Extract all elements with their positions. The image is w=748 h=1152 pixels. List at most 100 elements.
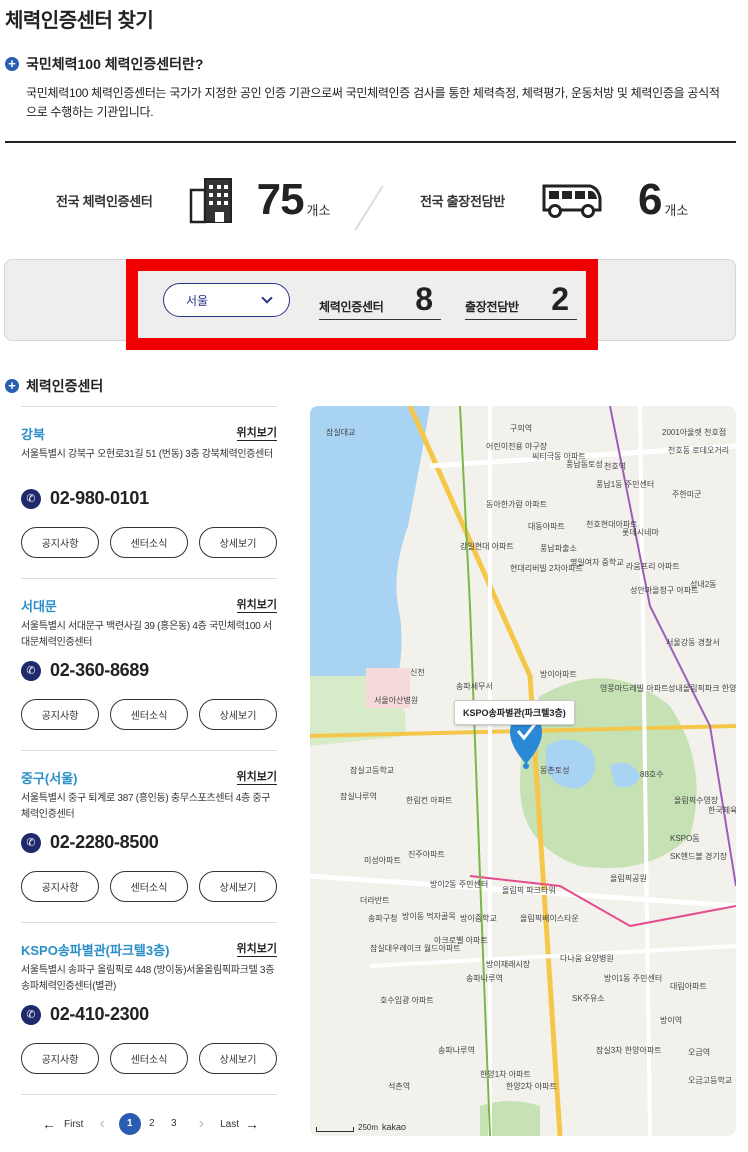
- center-name[interactable]: 서대문: [21, 596, 57, 615]
- center-count-label: 체력인증센터: [319, 300, 384, 314]
- map-label: 다나움 요양병원: [560, 954, 614, 963]
- map-label: 명일여자 중학교: [570, 558, 624, 567]
- phone-icon: ✆: [21, 488, 41, 509]
- detail-button[interactable]: 상세보기: [199, 871, 277, 902]
- arrow-right-icon[interactable]: →: [245, 1116, 259, 1132]
- map-label: 88호수: [640, 770, 664, 779]
- map-label: 동아한가람 아파트: [486, 500, 548, 509]
- pagination: ← First ‹ 1 2 3 › Last →: [38, 1113, 263, 1135]
- arrow-left-icon[interactable]: ←: [42, 1116, 56, 1132]
- map-scale: 250m kakao: [316, 1122, 406, 1132]
- pagination-last[interactable]: Last: [220, 1119, 239, 1130]
- detail-button[interactable]: 상세보기: [199, 1043, 277, 1074]
- location-link[interactable]: 위치보기: [236, 599, 277, 613]
- location-link[interactable]: 위치보기: [236, 427, 277, 441]
- phone-number: 02-2280-8500: [50, 832, 159, 852]
- map-label: 오금역: [688, 1048, 711, 1057]
- location-link[interactable]: 위치보기: [236, 771, 277, 785]
- map-label: 방이아파트: [540, 670, 577, 679]
- map-label: 송파세무서: [456, 682, 493, 691]
- intro-description: 국민체력100 체력인증센터는 국가가 지정한 공인 인증 기관으로써 국민체력…: [26, 86, 720, 119]
- map-label: 오금고등학교: [688, 1076, 733, 1085]
- region-select[interactable]: 서울: [163, 283, 290, 317]
- news-button[interactable]: 센터소식: [110, 527, 188, 558]
- news-button[interactable]: 센터소식: [110, 871, 188, 902]
- map-label: 서울아산병원: [374, 696, 419, 705]
- map-label: 미성아파트: [364, 856, 401, 865]
- scale-bar: [316, 1127, 354, 1132]
- notice-button[interactable]: 공지사항: [21, 699, 99, 730]
- page-1[interactable]: 1: [118, 1113, 141, 1135]
- plus-circle-icon: +: [5, 57, 19, 71]
- map-label: 어린이전용 야구장: [486, 442, 548, 451]
- news-button[interactable]: 센터소식: [110, 699, 188, 730]
- map-label: 한림컨 아파트: [406, 796, 453, 805]
- map-label: SK주유소: [572, 994, 605, 1003]
- map-label: 송파구청: [368, 914, 398, 923]
- map-label: 진주아파트: [408, 850, 445, 859]
- stat-centers-count: 75: [256, 175, 305, 224]
- page-3[interactable]: 3: [163, 1113, 185, 1135]
- notice-button[interactable]: 공지사항: [21, 527, 99, 558]
- map-label: 방이2동 주민센터: [430, 880, 489, 889]
- map[interactable]: KSPO송파별관(파크텔3층) 구의역 어린이전용 야구장 씨티극동 아파트 풍납동토…: [310, 406, 736, 1136]
- map-label: 방이중학교: [460, 914, 497, 923]
- center-section-header: + 체력인증센터: [5, 376, 103, 396]
- map-label: 천호역: [604, 462, 627, 471]
- location-link[interactable]: 위치보기: [236, 943, 277, 957]
- detail-button[interactable]: 상세보기: [199, 699, 277, 730]
- chevron-down-icon: [261, 292, 273, 304]
- map-label: 풍납1동 주민센터: [596, 480, 655, 489]
- stat-mobile-count: 6: [637, 175, 663, 224]
- center-count-box: 체력인증센터 8: [319, 280, 441, 320]
- list-item: KSPO송파별관(파크텔3층) 위치보기 서울특별시 송파구 올림픽로 448 …: [21, 923, 277, 1095]
- center-name[interactable]: 강북: [21, 424, 45, 443]
- center-section-title: 체력인증센터: [26, 378, 104, 394]
- map-label: 올림픽수영장: [674, 796, 719, 805]
- map-label: 성내올림픽파크 한양수자인아파트: [668, 684, 736, 693]
- map-label: 잠실대교: [326, 428, 356, 437]
- phone-icon: ✆: [21, 660, 41, 681]
- phone-number: 02-980-0101: [50, 488, 149, 508]
- phone-number: 02-360-8689: [50, 660, 149, 680]
- map-label: 주한미군: [672, 490, 702, 499]
- map-provider: kakao: [382, 1122, 407, 1132]
- map-label: 방이1동 주민센터: [604, 974, 663, 983]
- map-label: 천호동 로데오거리: [668, 446, 730, 455]
- stat-separator: [354, 185, 384, 231]
- map-callout[interactable]: KSPO송파별관(파크텔3층): [454, 700, 575, 725]
- chevron-left-icon[interactable]: ‹: [99, 1115, 104, 1133]
- phone-icon: ✆: [21, 832, 41, 853]
- region-select-value: 서울: [186, 293, 209, 308]
- map-label: 송파나루역: [438, 1046, 475, 1055]
- stat-centers-label: 전국 체력인증센터: [56, 193, 153, 209]
- center-name[interactable]: KSPO송파별관(파크텔3층): [21, 940, 169, 959]
- notice-button[interactable]: 공지사항: [21, 1043, 99, 1074]
- stat-mobile-unit: 개소: [664, 202, 689, 218]
- list-item: 중구(서울) 위치보기 서울특별시 중구 퇴계로 387 (흥인동) 충무스포츠…: [21, 751, 277, 923]
- map-label: 2001아울렛 천호점: [662, 428, 727, 437]
- map-label: 올림픽베이스타운: [520, 914, 579, 923]
- intro-title: 국민체력100 체력인증센터란?: [26, 56, 204, 72]
- map-label: 잠실나루역: [340, 792, 377, 801]
- news-button[interactable]: 센터소식: [110, 1043, 188, 1074]
- map-label: 석촌역: [388, 1082, 411, 1091]
- map-label: 몽촌토성: [540, 766, 570, 775]
- phone-row: ✆ 02-410-2300: [21, 1004, 149, 1025]
- detail-button[interactable]: 상세보기: [199, 527, 277, 558]
- pagination-first[interactable]: First: [64, 1119, 83, 1130]
- map-label: 올림픽 파크타워: [502, 886, 556, 895]
- map-label: 서울강동 경찰서: [666, 638, 720, 647]
- mobile-count-value: 2: [551, 281, 569, 317]
- center-name[interactable]: 중구(서울): [21, 768, 78, 787]
- phone-number: 02-410-2300: [50, 1004, 149, 1024]
- chevron-right-icon[interactable]: ›: [199, 1115, 204, 1133]
- mobile-count-label: 출장전담반: [465, 300, 519, 314]
- map-label: 구의역: [510, 424, 533, 433]
- notice-button[interactable]: 공지사항: [21, 871, 99, 902]
- stat-centers: 전국 체력인증센터 75 개소: [56, 175, 330, 225]
- map-label: 성안마을청구 아파트: [630, 586, 699, 595]
- page-2[interactable]: 2: [141, 1113, 163, 1135]
- map-label: 잠실대우레이크 월드아파트: [370, 944, 461, 953]
- stat-centers-unit: 개소: [306, 202, 331, 218]
